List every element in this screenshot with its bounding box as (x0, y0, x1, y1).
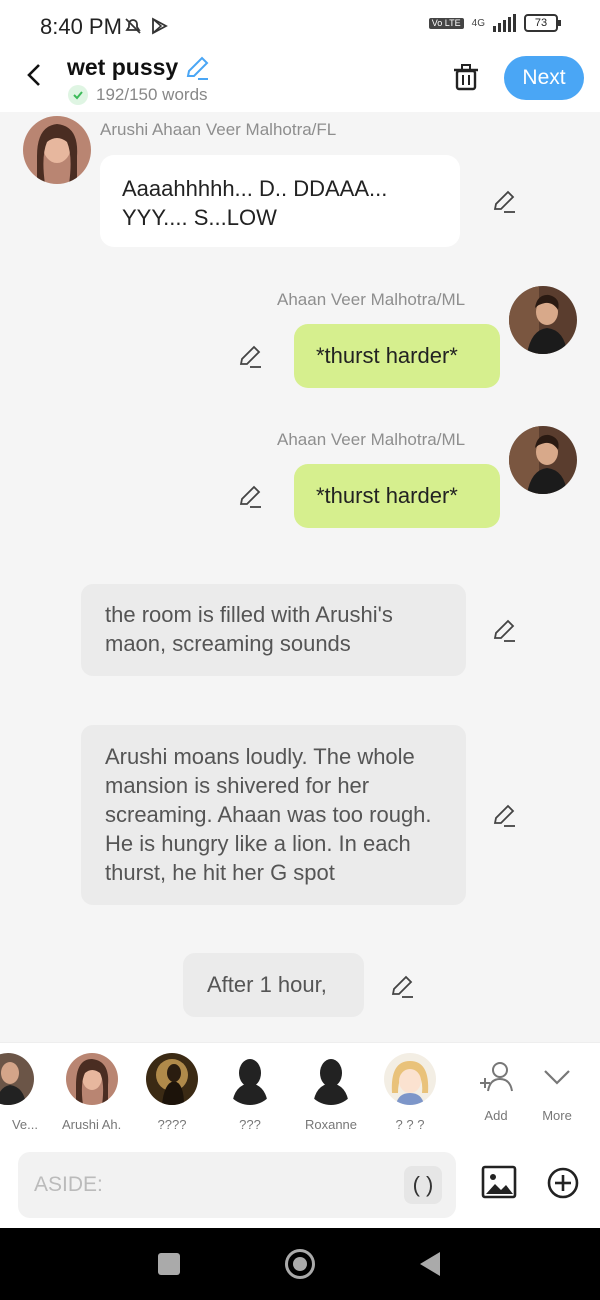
volte-badge: Vo LTE (428, 17, 464, 29)
edit-title-icon[interactable] (183, 54, 211, 82)
character-item[interactable]: ???? (142, 1053, 202, 1132)
character-name: Roxanne (304, 1117, 358, 1132)
add-label: Add (484, 1108, 508, 1123)
next-button[interactable]: Next (504, 56, 584, 100)
aside-input[interactable]: ASIDE: ( ) (18, 1152, 456, 1218)
battery-icon: 73 (524, 14, 561, 32)
character-avatar (384, 1053, 436, 1105)
system-nav-bar (0, 1228, 600, 1300)
add-character-button[interactable]: Add (471, 1057, 521, 1123)
character-item[interactable]: Ve... (0, 1053, 38, 1132)
message-bubble[interactable]: *thurst harder* (294, 324, 500, 388)
check-icon (68, 85, 88, 105)
character-name: Arushi Ah... (62, 1117, 122, 1132)
more-button[interactable]: More (532, 1057, 582, 1123)
play-store-icon (152, 17, 168, 35)
trash-icon[interactable] (452, 62, 480, 92)
status-right: Vo LTE 4G 73 (428, 14, 561, 32)
word-count-label: 192/150 words (96, 85, 208, 104)
back-button[interactable] (418, 1250, 442, 1278)
message-bubble[interactable]: *thurst harder* (294, 464, 500, 528)
word-count: 192/150 words (68, 85, 208, 105)
edit-message-icon[interactable] (237, 343, 263, 369)
narration-bubble[interactable]: After 1 hour, (183, 953, 364, 1017)
chevron-down-icon (544, 1070, 570, 1085)
more-label: More (542, 1108, 572, 1123)
character-item[interactable]: Roxanne (301, 1053, 361, 1132)
status-bar: 8:40 PM Vo LTE 4G 73 (0, 0, 600, 52)
story-title: wet pussy (67, 54, 179, 80)
character-name: ? ? ? (395, 1117, 425, 1132)
status-time: 8:40 PM (40, 14, 122, 39)
character-name: Ve... (11, 1117, 38, 1132)
add-user-icon (480, 1062, 513, 1092)
status-notification-icons (123, 16, 169, 36)
avatar[interactable] (23, 116, 91, 184)
character-avatar (224, 1053, 276, 1105)
character-item[interactable]: Arushi Ah... (62, 1053, 122, 1132)
parenthesis-button[interactable]: ( ) (404, 1166, 442, 1204)
sender-name: Arushi Ahaan Veer Malhotra/FL (100, 120, 337, 139)
edit-message-icon[interactable] (389, 973, 415, 999)
chat-area[interactable]: Arushi Ahaan Veer Malhotra/FL Aaaahhhhh.… (0, 112, 600, 1042)
avatar[interactable] (509, 426, 577, 494)
avatar[interactable] (509, 286, 577, 354)
bell-off-icon (125, 18, 141, 34)
input-bar: ASIDE: ( ) (0, 1142, 600, 1228)
character-avatar (146, 1053, 198, 1105)
character-item[interactable]: ??? (220, 1053, 280, 1132)
sender-name: Ahaan Veer Malhotra/ML (277, 290, 466, 309)
message-bubble[interactable]: Aaaahhhhh... D.. DDAAA... YYY.... S...LO… (100, 155, 460, 247)
add-circle-icon[interactable] (546, 1166, 580, 1200)
character-bar: Ve... Arushi Ah... ???? ??? Roxanne ? ? … (0, 1042, 600, 1144)
image-icon[interactable] (481, 1164, 517, 1200)
top-bar: wet pussy 192/150 words Next (0, 52, 600, 112)
edit-message-icon[interactable] (491, 802, 517, 828)
network-type: 4G (471, 17, 485, 29)
narration-bubble[interactable]: Arushi moans loudly. The whole mansion i… (81, 725, 466, 905)
character-avatar (0, 1053, 34, 1105)
character-avatar (305, 1053, 357, 1105)
edit-message-icon[interactable] (491, 188, 517, 214)
aside-placeholder: ASIDE: (34, 1173, 103, 1196)
edit-message-icon[interactable] (237, 483, 263, 509)
back-arrow-icon[interactable] (22, 60, 46, 90)
character-name: ???? (157, 1117, 187, 1132)
edit-message-icon[interactable] (491, 617, 517, 643)
character-item[interactable]: ? ? ? (380, 1053, 440, 1132)
narration-bubble[interactable]: the room is filled with Arushi's maon, s… (81, 584, 466, 676)
character-avatar (66, 1053, 118, 1105)
recents-button[interactable] (158, 1253, 180, 1275)
signal-icon (493, 14, 516, 32)
home-button[interactable] (285, 1249, 315, 1279)
character-name: ??? (239, 1117, 261, 1132)
sender-name: Ahaan Veer Malhotra/ML (277, 430, 466, 449)
